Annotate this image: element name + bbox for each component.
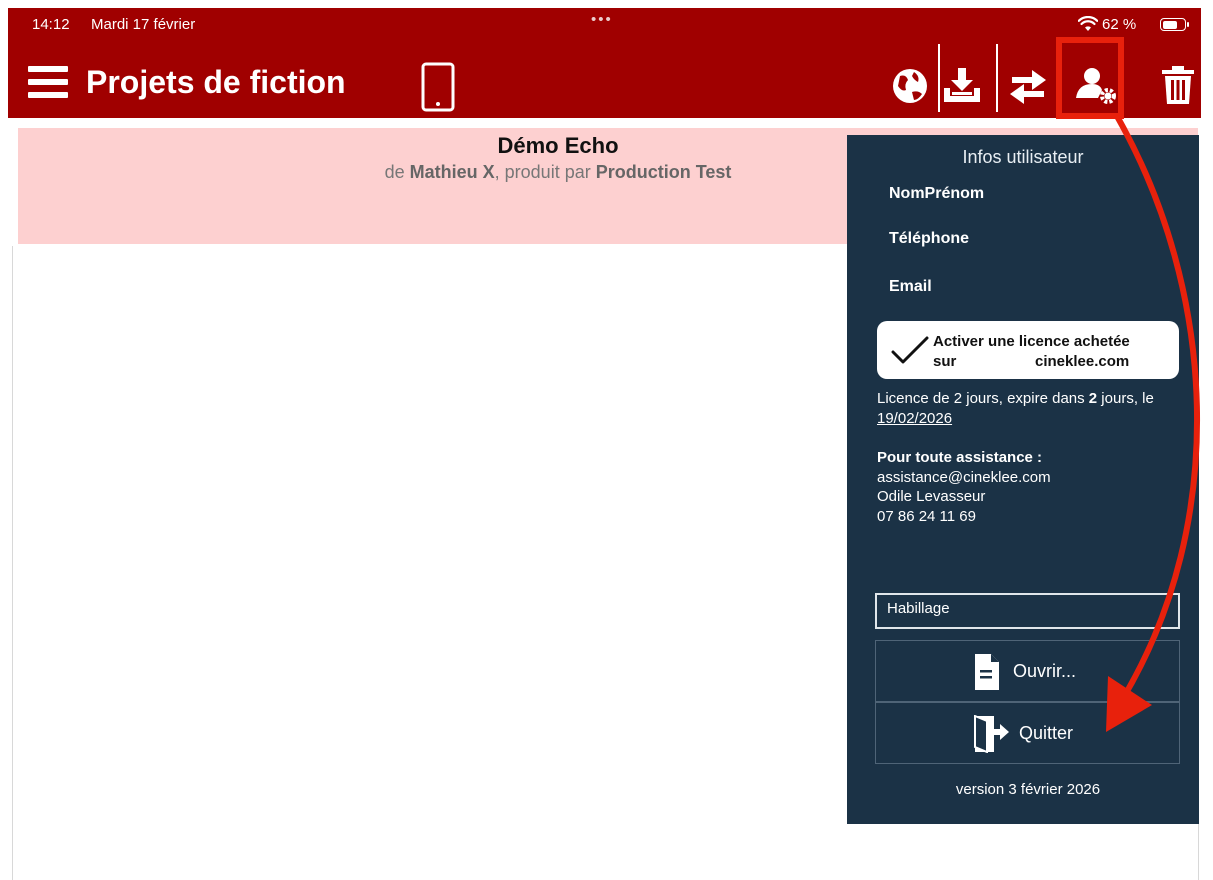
checkmark-icon xyxy=(891,336,929,364)
menu-button[interactable] xyxy=(28,66,68,100)
phone-label[interactable]: Téléphone xyxy=(889,230,969,248)
license-button-line1: Activer une licence achetée xyxy=(933,333,1130,350)
panel-title: Infos utilisateur xyxy=(962,147,1084,167)
trash-icon[interactable] xyxy=(1156,60,1200,108)
license-days: 2 xyxy=(1088,390,1098,407)
open-button-label: Ouvrir... xyxy=(1013,661,1077,681)
license-expiry-date: 19/02/2026 xyxy=(877,410,953,427)
activate-license-button[interactable]: Activer une licence achetée sur cineklee… xyxy=(877,321,1179,379)
project-producer: Production Test xyxy=(595,162,732,182)
license-info: Licence de 2 jours, expire dans 2 jours,… xyxy=(877,390,1154,427)
document-icon xyxy=(975,654,999,690)
version-label: version 3 février 2026 xyxy=(955,781,1101,798)
download-tray-icon[interactable] xyxy=(940,60,984,108)
battery-icon xyxy=(1160,18,1186,31)
assistance-heading: Pour toute assistance : xyxy=(877,449,1043,466)
multitasking-dots[interactable]: ••• xyxy=(591,11,613,28)
status-time: 14:12 xyxy=(32,16,70,33)
battery-percent: 62 % xyxy=(1102,16,1137,33)
annotation-highlight-box xyxy=(1056,37,1124,119)
email-label[interactable]: Email xyxy=(889,278,932,296)
skin-label: Habillage xyxy=(887,600,950,617)
page-title: Projets de fiction xyxy=(86,64,346,100)
assistance-email[interactable]: assistance@cineklee.com xyxy=(877,469,1051,486)
exit-door-icon xyxy=(974,715,1009,753)
license-button-site: cineklee.com xyxy=(1035,353,1130,370)
assistance-contact: Odile Levasseur xyxy=(877,488,986,505)
battery-tip xyxy=(1187,22,1189,27)
top-bar: 14:12 Mardi 17 février ••• 62 % Projets … xyxy=(8,8,1201,118)
assistance-phone[interactable]: 07 86 24 11 69 xyxy=(877,508,976,525)
open-button[interactable]: Ouvrir... xyxy=(875,640,1180,702)
license-button-prefix: sur xyxy=(933,353,957,370)
status-date: Mardi 17 février xyxy=(91,16,196,33)
status-indicators: 62 % xyxy=(1078,14,1198,34)
toolbar-separator xyxy=(996,44,998,112)
tablet-icon[interactable] xyxy=(421,62,455,112)
project-author: Mathieu X xyxy=(409,162,495,182)
wifi-icon xyxy=(1078,16,1098,31)
quit-button-label: Quitter xyxy=(1019,723,1074,743)
app-window: 14:12 Mardi 17 février ••• 62 % Projets … xyxy=(0,0,1213,880)
user-info-panel: Infos utilisateur NomPrénom Téléphone Em… xyxy=(847,135,1199,824)
skin-selector[interactable]: Habillage xyxy=(875,593,1180,629)
swap-arrows-icon[interactable] xyxy=(1006,60,1050,108)
name-label[interactable]: NomPrénom xyxy=(889,185,984,203)
globe-icon[interactable] xyxy=(888,60,932,108)
quit-button[interactable]: Quitter xyxy=(875,702,1180,764)
